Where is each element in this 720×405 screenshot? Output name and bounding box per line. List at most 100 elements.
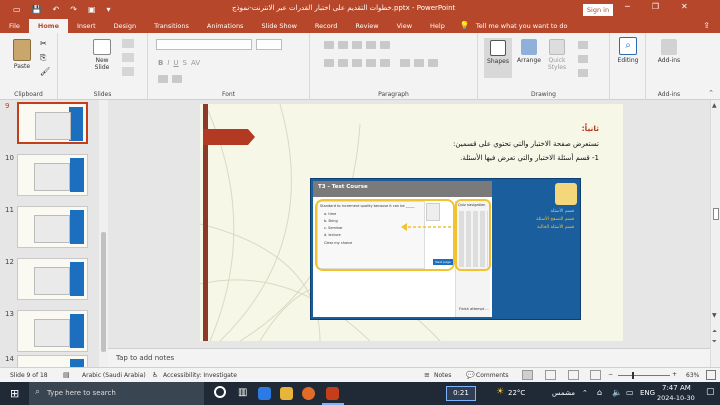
previous-slide-icon[interactable]: ⏶ [712, 328, 717, 336]
line-spacing-icon[interactable] [380, 41, 390, 49]
cut-icon[interactable]: ✂ [40, 39, 47, 48]
underline-icon[interactable]: U [173, 59, 178, 68]
restore-icon[interactable]: ❐ [652, 2, 659, 11]
spelling-icon[interactable]: ▤ [63, 371, 70, 379]
cortana-icon[interactable] [214, 386, 226, 398]
text-direction-icon[interactable] [400, 59, 410, 67]
tab-insert[interactable]: Insert [68, 19, 105, 33]
slide-show-icon[interactable] [590, 370, 601, 380]
firefox-icon[interactable] [302, 387, 315, 400]
save-icon[interactable]: 💾 [32, 5, 42, 14]
paste-button[interactable]: Paste [8, 39, 36, 70]
shape-fill-icon[interactable] [578, 41, 588, 49]
align-center-icon[interactable] [338, 59, 348, 67]
tab-transitions[interactable]: Transitions [145, 19, 198, 33]
notes-placeholder[interactable]: Tap to add notes [116, 354, 174, 362]
font-name-box[interactable] [156, 39, 252, 50]
collapse-ribbon-icon[interactable]: ⌃ [708, 89, 714, 97]
language-indicator[interactable]: Arabic (Saudi Arabia) [82, 372, 146, 379]
notes-pane[interactable]: Tap to add notes [108, 348, 710, 367]
minimize-icon[interactable]: ─ [625, 2, 630, 11]
slide-scrollbar[interactable]: ▲ ▼ ⏶ ⏷ [710, 100, 720, 367]
columns-icon[interactable] [380, 59, 390, 67]
editing-button[interactable]: ⌕ Editing [614, 37, 642, 64]
highlight-icon[interactable] [172, 75, 182, 83]
shape-effects-icon[interactable] [578, 69, 588, 77]
char-spacing-icon[interactable]: AV [191, 59, 200, 68]
slide-sorter-icon[interactable] [545, 370, 556, 380]
thumbnail-11[interactable]: 11 [0, 206, 100, 252]
copy-icon[interactable]: ⎘ [40, 53, 46, 63]
scrollbar-thumb[interactable] [101, 232, 106, 352]
weather-desc[interactable]: مشمس [552, 389, 575, 397]
quick-styles-button[interactable]: Quick Styles [544, 39, 570, 71]
tray-chevron-icon[interactable]: ⌃ [582, 389, 588, 397]
notifications-icon[interactable]: ▢ [706, 387, 715, 397]
new-slide-button[interactable]: New Slide [88, 39, 116, 71]
task-view-icon[interactable]: ▥ [238, 387, 247, 398]
slide[interactable]: ثانياً: تستعرض صفحة الاختبار والتي تحتوي… [200, 104, 623, 341]
tab-file[interactable]: File [0, 19, 29, 33]
tab-home[interactable]: Home [28, 19, 68, 33]
tab-record[interactable]: Record [306, 19, 346, 33]
file-explorer-icon[interactable] [280, 387, 293, 400]
clock-date[interactable]: 2024-10-30 [657, 394, 695, 402]
bold-icon[interactable]: B [158, 59, 163, 68]
weather-temp[interactable]: 22°C [508, 389, 525, 397]
thumbnail-9[interactable]: 9 [0, 102, 100, 148]
notes-toggle[interactable]: Notes [434, 372, 451, 379]
font-size-box[interactable] [256, 39, 282, 50]
volume-icon[interactable]: 🔈 [612, 388, 622, 397]
tab-review[interactable]: Review [346, 19, 387, 33]
addins-button[interactable]: Add-ins [654, 39, 684, 64]
thumbnail-13[interactable]: 13 [0, 310, 100, 356]
customize-quick-access-icon[interactable]: ▾ [107, 5, 111, 14]
language-indicator-tray[interactable]: ENG [640, 389, 655, 397]
clock-time[interactable]: 7:47 AM [662, 384, 691, 392]
accessibility-status[interactable]: Accessibility: Investigate [163, 372, 237, 379]
thumbnail-10[interactable]: 10 [0, 154, 100, 200]
search-placeholder[interactable]: Type here to search [47, 389, 116, 397]
edge-icon[interactable] [258, 387, 271, 400]
font-color-icon[interactable] [158, 75, 168, 83]
zoom-in-icon[interactable]: + [672, 371, 677, 378]
tab-help[interactable]: Help [421, 19, 454, 33]
zoom-slider[interactable] [618, 372, 670, 379]
reading-view-icon[interactable] [568, 370, 579, 380]
powerpoint-icon[interactable] [326, 387, 339, 400]
thumbnail-14[interactable]: 14 [0, 355, 100, 367]
align-text-icon[interactable] [414, 59, 424, 67]
start-from-beginning-icon[interactable]: ▣ [88, 5, 96, 14]
tab-view[interactable]: View [388, 19, 421, 33]
shape-outline-icon[interactable] [578, 55, 588, 63]
next-slide-icon[interactable]: ⏷ [712, 338, 717, 346]
share-icon[interactable]: ⇪ [703, 21, 710, 30]
close-icon[interactable]: ✕ [681, 2, 688, 11]
scroll-up-icon[interactable]: ▲ [712, 102, 717, 109]
italic-icon[interactable]: I [167, 59, 169, 68]
decrease-indent-icon[interactable] [352, 41, 362, 49]
recording-timer[interactable]: 0:21 [446, 386, 476, 401]
battery-icon[interactable]: ▭ [626, 388, 634, 397]
scroll-down-icon[interactable]: ▼ [712, 312, 717, 319]
tell-me-search[interactable]: Tell me what you want to do [470, 19, 568, 33]
zoom-level[interactable]: 63% [686, 372, 699, 379]
bullets-icon[interactable] [324, 41, 334, 49]
scrollbar-thumb[interactable] [713, 208, 719, 220]
thumbnail-12[interactable]: 12 [0, 258, 100, 304]
justify-icon[interactable] [366, 59, 376, 67]
numbering-icon[interactable] [338, 41, 348, 49]
reset-icon[interactable] [122, 53, 134, 62]
redo-icon[interactable]: ↷ [70, 5, 77, 14]
shapes-button[interactable]: Shapes [484, 38, 512, 78]
sign-in-button[interactable]: Sign in [583, 4, 613, 16]
undo-icon[interactable]: ↶ [53, 5, 60, 14]
network-icon[interactable]: ⌂ [597, 388, 602, 397]
increase-indent-icon[interactable] [366, 41, 376, 49]
zoom-out-icon[interactable]: − [608, 371, 613, 378]
comments-toggle[interactable]: Comments [476, 372, 509, 379]
arrange-button[interactable]: Arrange [514, 39, 544, 64]
section-icon[interactable] [122, 67, 134, 76]
autosave-icon[interactable]: ▭ [13, 5, 21, 14]
search-box[interactable]: ⌕ Type here to search [29, 382, 204, 405]
